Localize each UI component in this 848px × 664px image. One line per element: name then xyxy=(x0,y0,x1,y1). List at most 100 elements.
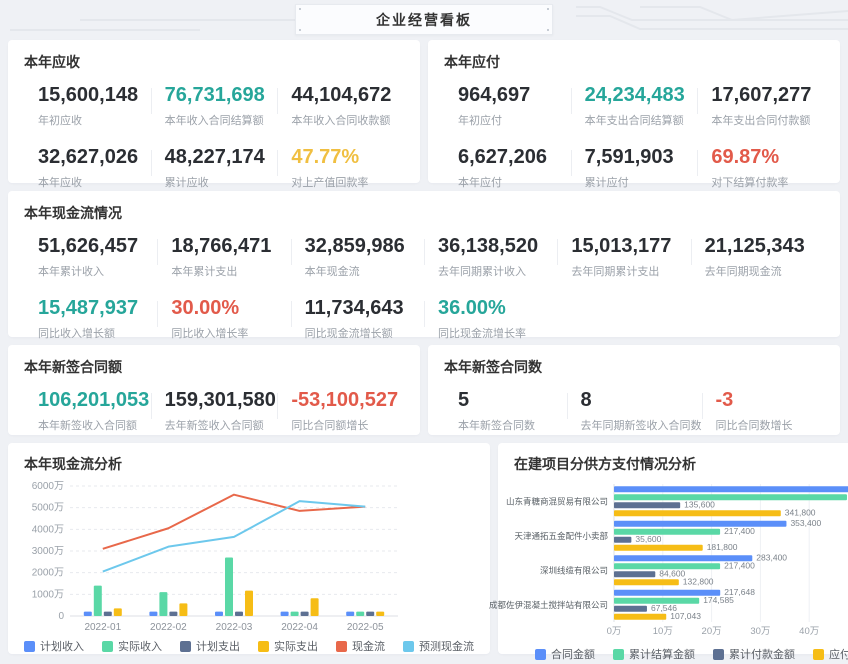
stat-value: 69.87% xyxy=(711,146,779,168)
svg-text:3000万: 3000万 xyxy=(32,546,64,557)
svg-text:283,400: 283,400 xyxy=(756,552,787,562)
legend-swatch xyxy=(613,649,624,660)
stat-label: 本年应收 xyxy=(38,174,151,190)
stat-value: 36,138,520 xyxy=(438,235,538,257)
svg-text:10万: 10万 xyxy=(653,626,673,637)
card-cashflow-analysis-chart: 本年现金流分析 01000万2000万3000万4000万5000万6000万2… xyxy=(8,443,490,654)
legend-item[interactable]: 实际收入 xyxy=(102,638,162,654)
svg-text:2022-01: 2022-01 xyxy=(84,622,121,633)
legend-item[interactable]: 应付金额 xyxy=(813,646,848,662)
card-supplier-payment-chart: 在建项目分供方支付情况分析 0万10万20万30万40万50万山东青糖商混贸易有… xyxy=(498,443,848,654)
stat-label: 本年新签合同数 xyxy=(458,417,567,433)
svg-text:107,043: 107,043 xyxy=(670,611,701,621)
stat-value: 21,125,343 xyxy=(705,235,805,257)
cashflow-chart-legend: 计划收入 实际收入 计划支出 实际支出 现金流 预测现金流 xyxy=(24,638,474,654)
stat-item: 47.77%对上产值回款率 xyxy=(277,146,404,190)
legend-label: 计划收入 xyxy=(40,638,84,654)
supplier-chart-title: 在建项目分供方支付情况分析 xyxy=(514,454,848,474)
card-payable: 本年应付 964,697年初应付24,234,483本年支出合同结算额17,60… xyxy=(428,40,840,183)
stat-label: 同比现金流增长额 xyxy=(305,325,424,341)
stat-label: 去年新签收入合同额 xyxy=(165,417,278,433)
stat-value: 51,626,457 xyxy=(38,235,138,257)
stat-value: 6,627,206 xyxy=(458,146,547,168)
legend-item[interactable]: 合同金额 xyxy=(535,646,595,662)
svg-text:2000万: 2000万 xyxy=(32,568,64,579)
svg-text:30万: 30万 xyxy=(750,626,770,637)
legend-item[interactable]: 累计付款金额 xyxy=(713,646,795,662)
svg-text:132,800: 132,800 xyxy=(683,576,714,586)
legend-label: 现金流 xyxy=(352,638,385,654)
svg-text:217,400: 217,400 xyxy=(724,526,755,536)
stat-item: 21,125,343去年同期现金流 xyxy=(691,235,824,279)
card-cashflow-overview: 本年现金流情况 51,626,457本年累计收入18,766,471本年累计支出… xyxy=(8,191,840,337)
stat-label: 同比合同额增长 xyxy=(291,417,404,433)
contract-count-stats-grid: 5本年新签合同数8去年同期新签收入合同数-3同比合同数增长 xyxy=(444,389,824,433)
stat-value: 30.00% xyxy=(171,297,239,319)
svg-text:174,585: 174,585 xyxy=(703,595,734,605)
card-contract-amount: 本年新签合同额 106,201,053本年新签收入合同额159,301,580去… xyxy=(8,345,420,435)
stat-label: 本年累计支出 xyxy=(171,263,290,279)
stat-label: 同比合同数增长 xyxy=(716,417,825,433)
stat-value: 106,201,053 xyxy=(38,389,149,411)
card-payable-title: 本年应付 xyxy=(444,52,824,72)
legend-label: 实际支出 xyxy=(274,638,318,654)
stat-value: 11,734,643 xyxy=(305,297,404,319)
svg-text:5000万: 5000万 xyxy=(32,503,64,514)
stat-label: 同比现金流增长率 xyxy=(438,325,557,341)
legend-swatch xyxy=(336,641,347,652)
legend-item[interactable]: 累计结算金额 xyxy=(613,646,695,662)
cashflow-combo-chart: 0 1000万 2000万 3000万 4000万 5000万 6000万 2022-01 20… xyxy=(24,480,404,634)
legend-swatch xyxy=(24,641,35,652)
stat-item: 36.00%同比现金流增长率 xyxy=(424,297,557,341)
supplier-payment-hbar-chart: 0万10万20万30万40万50万山东青糖商混贸易有限公司483,400477,… xyxy=(514,480,848,638)
stat-value: 47.77% xyxy=(291,146,359,168)
stat-value: -3 xyxy=(716,389,734,411)
stat-item: 69.87%对下结算付款率 xyxy=(697,146,824,190)
stat-label: 本年现金流 xyxy=(305,263,424,279)
stat-value: 15,013,177 xyxy=(571,235,671,257)
legend-label: 预测现金流 xyxy=(419,638,474,654)
svg-text:0: 0 xyxy=(58,611,64,622)
stat-item: 7,591,903累计应付 xyxy=(571,146,698,190)
stat-value: 7,591,903 xyxy=(585,146,674,168)
legend-item[interactable]: 计划收入 xyxy=(24,638,84,654)
stat-item: 159,301,580去年新签收入合同额 xyxy=(151,389,278,433)
stat-item: 106,201,053本年新签收入合同额 xyxy=(24,389,151,433)
card-receivable-title: 本年应收 xyxy=(24,52,404,72)
stat-label: 本年支出合同结算额 xyxy=(585,112,698,128)
dashboard-header: 企业经营看板 xyxy=(0,0,848,40)
svg-text:1000万: 1000万 xyxy=(32,589,64,600)
legend-item[interactable]: 计划支出 xyxy=(180,638,240,654)
svg-text:2022-03: 2022-03 xyxy=(216,622,253,633)
svg-text:341,800: 341,800 xyxy=(785,507,816,517)
svg-text:135,600: 135,600 xyxy=(684,499,715,509)
stat-item: 15,013,177去年同期累计支出 xyxy=(557,235,690,279)
legend-item[interactable]: 实际支出 xyxy=(258,638,318,654)
legend-label: 累计付款金额 xyxy=(729,646,795,662)
payable-stats-grid: 964,697年初应付24,234,483本年支出合同结算额17,607,277… xyxy=(444,84,824,190)
stat-value: 15,600,148 xyxy=(38,84,138,106)
card-contract-count-title: 本年新签合同数 xyxy=(444,357,824,377)
stat-item: 15,487,937同比收入增长额 xyxy=(24,297,157,341)
page-title: 企业经营看板 xyxy=(376,10,472,30)
stat-value: 5 xyxy=(458,389,469,411)
supplier-chart-legend: 合同金额 累计结算金额 累计付款金额 应付金额 xyxy=(514,646,848,662)
svg-text:6000万: 6000万 xyxy=(32,481,64,492)
stat-item: 51,626,457本年累计收入 xyxy=(24,235,157,279)
legend-item[interactable]: 现金流 xyxy=(336,638,385,654)
legend-item[interactable]: 预测现金流 xyxy=(403,638,474,654)
stat-item: 11,734,643 同比现金流增长额 xyxy=(291,297,424,341)
stat-item: 15,600,148年初应收 xyxy=(24,84,151,128)
card-contract-count: 本年新签合同数 5本年新签合同数8去年同期新签收入合同数-3同比合同数增长 xyxy=(428,345,840,435)
stat-label: 累计应收 xyxy=(165,174,278,190)
legend-swatch xyxy=(258,641,269,652)
stat-value: 8 xyxy=(581,389,592,411)
card-receivable: 本年应收 15,600,148年初应收76,731,698本年收入合同结算额44… xyxy=(8,40,420,183)
legend-label: 应付金额 xyxy=(829,646,848,662)
stat-value: 964,697 xyxy=(458,84,530,106)
contract-amount-stats-grid: 106,201,053本年新签收入合同额159,301,580去年新签收入合同额… xyxy=(24,389,404,433)
svg-text:84,600: 84,600 xyxy=(659,568,685,578)
svg-text:4000万: 4000万 xyxy=(32,524,64,535)
svg-text:山东青糖商混贸易有限公司: 山东青糖商混贸易有限公司 xyxy=(506,496,608,506)
stat-item: 24,234,483本年支出合同结算额 xyxy=(571,84,698,128)
